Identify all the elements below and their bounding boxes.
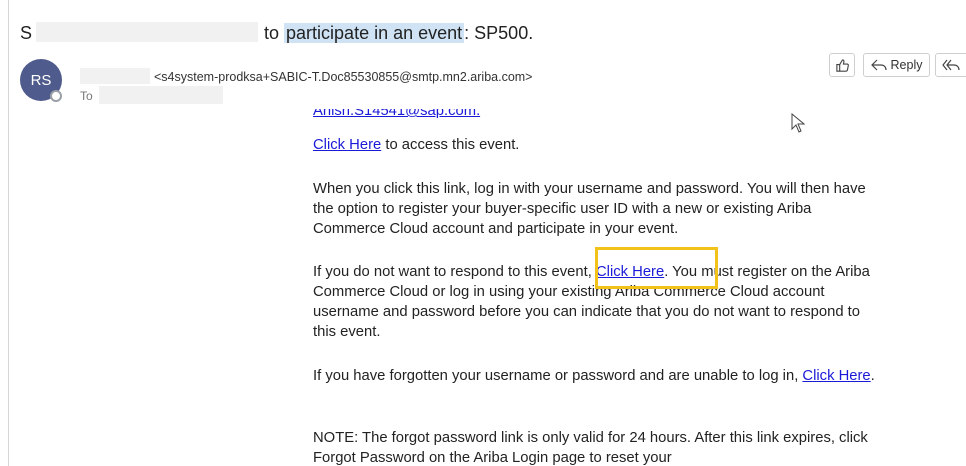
redacted-subject: [36, 22, 259, 42]
forgot-text: If you have forgotten your username or p…: [313, 368, 803, 384]
decline-event-link[interactable]: Click Here: [596, 264, 664, 280]
forgot-paragraph: If you have forgotten your username or p…: [313, 366, 883, 386]
email-subject: Sto participate in an event: SP500.: [20, 22, 533, 44]
access-event-link[interactable]: Click Here: [313, 137, 381, 153]
forgot-password-link[interactable]: Click Here: [802, 368, 870, 384]
reply-all-icon: [942, 59, 960, 71]
presence-status-icon: [50, 90, 62, 102]
reply-all-button[interactable]: [935, 53, 966, 77]
subject-highlight: participate in an event: [284, 23, 465, 43]
subject-suffix: : SP500.: [464, 23, 534, 43]
subject-text: to: [264, 23, 285, 43]
reply-button[interactable]: Reply: [863, 53, 930, 77]
recipient-line[interactable]: To: [80, 86, 223, 104]
like-button[interactable]: [829, 53, 855, 77]
access-text: to access this event.: [381, 137, 520, 153]
access-paragraph: Click Here to access this event.: [313, 137, 519, 153]
sender-line[interactable]: <s4system-prodksa+SABIC-T.Doc85530855@sm…: [80, 68, 533, 84]
note-paragraph: NOTE: The forgot password link is only v…: [313, 430, 868, 466]
reply-arrow-icon: [870, 59, 887, 71]
sender-address: <s4system-prodksa+SABIC-T.Doc85530855@sm…: [154, 70, 533, 84]
thumbs-up-icon: [835, 58, 850, 73]
left-divider: [8, 0, 9, 466]
cut-off-email-link[interactable]: Anish.S14541@sap.com.: [313, 109, 480, 119]
subject-prefix: S: [20, 23, 33, 43]
decline-text-before: If you do not want to respond to this ev…: [313, 264, 596, 280]
forgot-end: .: [870, 368, 875, 384]
redacted-sender-name: [80, 68, 150, 84]
decline-paragraph: If you do not want to respond to this ev…: [313, 262, 883, 342]
instructions-paragraph: When you click this link, log in with yo…: [313, 181, 866, 237]
to-label: To: [80, 89, 93, 103]
mouse-pointer-icon: [791, 112, 806, 138]
reply-label: Reply: [890, 58, 923, 72]
avatar-initials: RS: [30, 71, 52, 89]
redacted-recipient: [98, 86, 223, 104]
